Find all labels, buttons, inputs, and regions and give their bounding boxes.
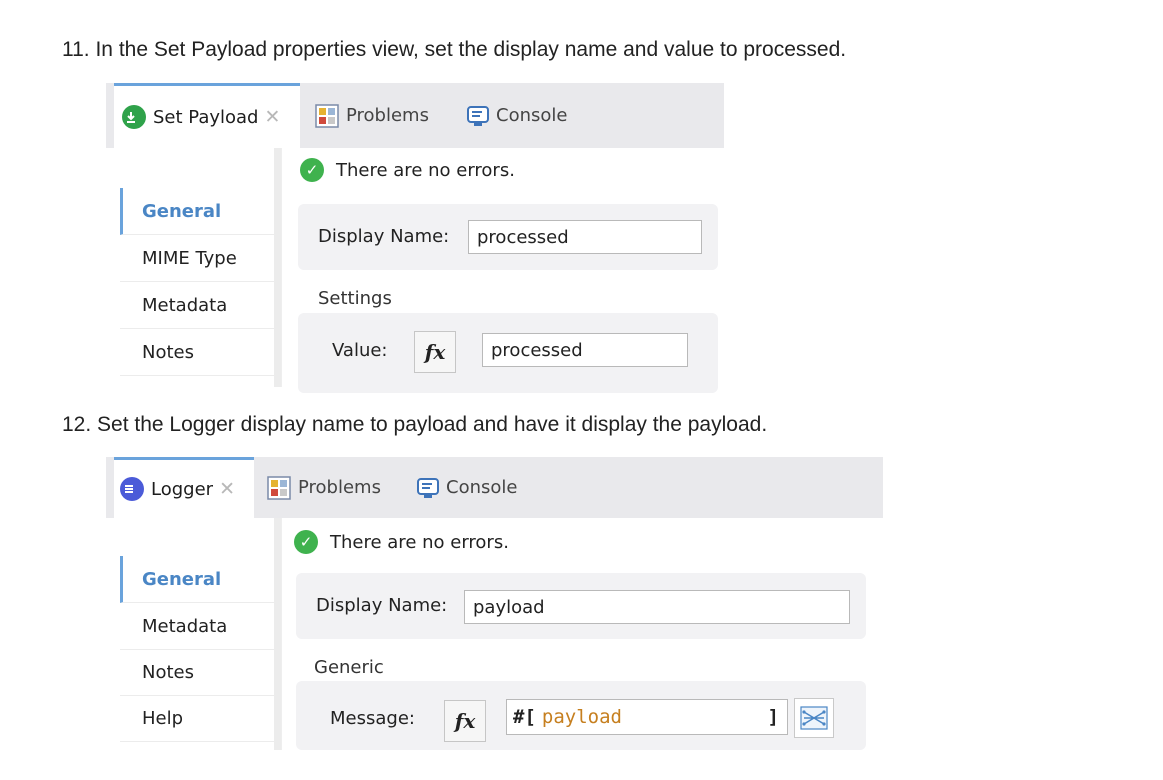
tab-console[interactable]: Console xyxy=(466,83,596,148)
display-name-field[interactable]: processed xyxy=(468,220,702,254)
sidebar-item-mime-type[interactable]: MIME Type xyxy=(120,235,280,282)
display-name-label: Display Name: xyxy=(316,595,448,616)
expression-suffix: ] xyxy=(767,706,779,728)
value-label: Value: xyxy=(332,340,388,361)
fx-button[interactable]: fx xyxy=(414,331,456,373)
mapping-icon xyxy=(800,706,828,730)
logger-properties-panel: Logger ✕ Problems Console General Metada… xyxy=(106,457,883,750)
message-label: Message: xyxy=(330,708,415,729)
tab-label: Console xyxy=(446,477,518,498)
tab-set-payload[interactable]: Set Payload ✕ xyxy=(114,83,300,148)
sidebar-item-general[interactable]: General xyxy=(120,556,280,603)
fx-button[interactable]: fx xyxy=(444,700,486,742)
tab-problems[interactable]: Problems xyxy=(266,457,402,518)
tab-problems[interactable]: Problems xyxy=(314,83,450,148)
generic-group: Message: fx #[ payload ] xyxy=(296,681,866,750)
problems-icon xyxy=(267,475,291,500)
sidebar: General MIME Type Metadata Notes xyxy=(106,148,282,387)
display-name-group: Display Name: processed xyxy=(298,204,718,270)
properties-content: ✓ There are no errors. Display Name: pro… xyxy=(292,148,724,393)
step-12-instruction: 12. Set the Logger display name to paylo… xyxy=(62,413,768,436)
tab-label: Set Payload xyxy=(153,106,259,128)
status-message: ✓ There are no errors. xyxy=(300,158,515,182)
tab-label: Problems xyxy=(298,477,381,498)
console-icon xyxy=(467,105,489,126)
set-payload-icon xyxy=(122,105,146,129)
sidebar-item-notes[interactable]: Notes xyxy=(120,649,280,696)
display-name-label: Display Name: xyxy=(318,226,450,247)
set-payload-properties-panel: Set Payload ✕ Problems Console General M… xyxy=(106,83,724,393)
sidebar: General Metadata Notes Help xyxy=(106,518,282,750)
sidebar-item-metadata[interactable]: Metadata xyxy=(120,603,280,650)
tab-bar: Set Payload ✕ Problems Console xyxy=(106,83,724,148)
close-icon[interactable]: ✕ xyxy=(219,478,235,500)
sidebar-item-metadata[interactable]: Metadata xyxy=(120,282,280,329)
properties-content: ✓ There are no errors. Display Name: pay… xyxy=(292,518,883,750)
sidebar-item-general[interactable]: General xyxy=(120,188,280,235)
display-name-group: Display Name: payload xyxy=(296,573,866,639)
problems-icon xyxy=(315,103,339,128)
console-icon xyxy=(417,477,439,498)
message-expression-field[interactable]: #[ payload ] xyxy=(506,699,788,735)
check-icon: ✓ xyxy=(294,530,318,554)
settings-group: Value: fx processed xyxy=(298,313,718,393)
data-mapping-button[interactable] xyxy=(794,698,834,738)
tab-label: Console xyxy=(496,105,568,126)
expression-keyword: payload xyxy=(541,706,622,728)
sidebar-divider xyxy=(274,518,281,750)
tab-console[interactable]: Console xyxy=(416,457,546,518)
step-11-instruction: 11. In the Set Payload properties view, … xyxy=(62,38,847,61)
close-icon[interactable]: ✕ xyxy=(264,106,280,128)
tab-logger[interactable]: Logger ✕ xyxy=(114,457,254,518)
sidebar-item-notes[interactable]: Notes xyxy=(120,329,280,376)
section-title-settings: Settings xyxy=(318,288,392,309)
sidebar-divider xyxy=(274,148,281,387)
sidebar-item-help[interactable]: Help xyxy=(120,695,280,742)
status-message: ✓ There are no errors. xyxy=(294,530,509,554)
tab-bar: Logger ✕ Problems Console xyxy=(106,457,883,518)
display-name-field[interactable]: payload xyxy=(464,590,850,624)
expression-prefix: #[ xyxy=(513,706,536,728)
section-title-generic: Generic xyxy=(314,657,384,678)
value-field[interactable]: processed xyxy=(482,333,688,367)
tab-label: Logger xyxy=(151,478,214,500)
tab-label: Problems xyxy=(346,105,429,126)
status-text: There are no errors. xyxy=(330,531,509,553)
check-icon: ✓ xyxy=(300,158,324,182)
logger-icon xyxy=(120,477,144,501)
status-text: There are no errors. xyxy=(336,159,515,181)
